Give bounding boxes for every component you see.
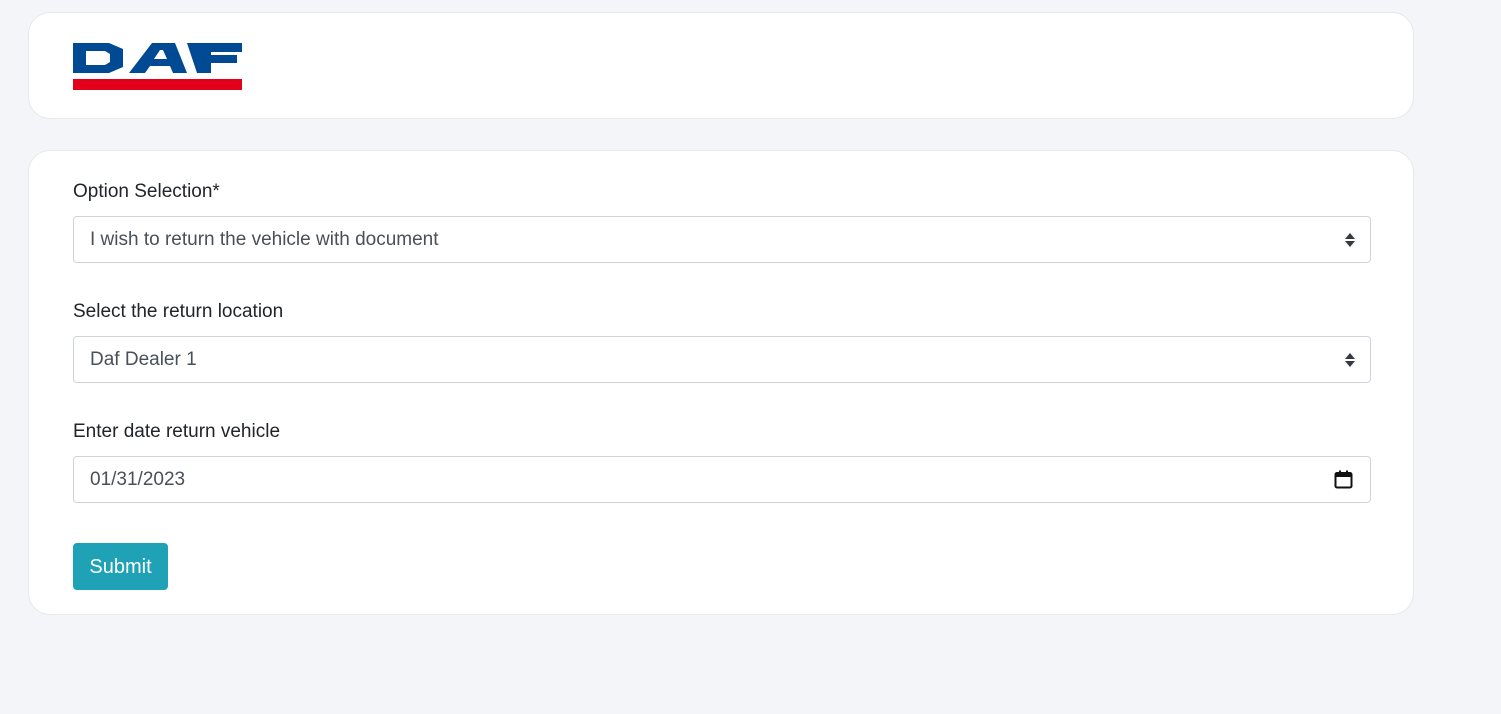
daf-logo: [73, 43, 242, 90]
return-form-card: Option Selection* I wish to return the v…: [28, 150, 1414, 615]
option-selection-label: Option Selection*: [73, 181, 220, 202]
sort-caret-icon: [1345, 353, 1355, 367]
option-selection-select[interactable]: I wish to return the vehicle with docume…: [73, 216, 1371, 263]
return-date-input[interactable]: 01/31/2023: [73, 456, 1371, 503]
return-date-value: 01/31/2023: [90, 469, 186, 490]
header-card: [28, 12, 1414, 119]
return-location-value: Daf Dealer 1: [90, 349, 197, 370]
return-date-label: Enter date return vehicle: [73, 421, 281, 442]
sort-caret-icon: [1345, 233, 1355, 247]
option-selection-value: I wish to return the vehicle with docume…: [90, 229, 439, 250]
return-location-select[interactable]: Daf Dealer 1: [73, 336, 1371, 383]
return-location-label: Select the return location: [73, 301, 284, 322]
calendar-icon[interactable]: [1334, 470, 1353, 489]
submit-button[interactable]: Submit: [73, 543, 168, 590]
